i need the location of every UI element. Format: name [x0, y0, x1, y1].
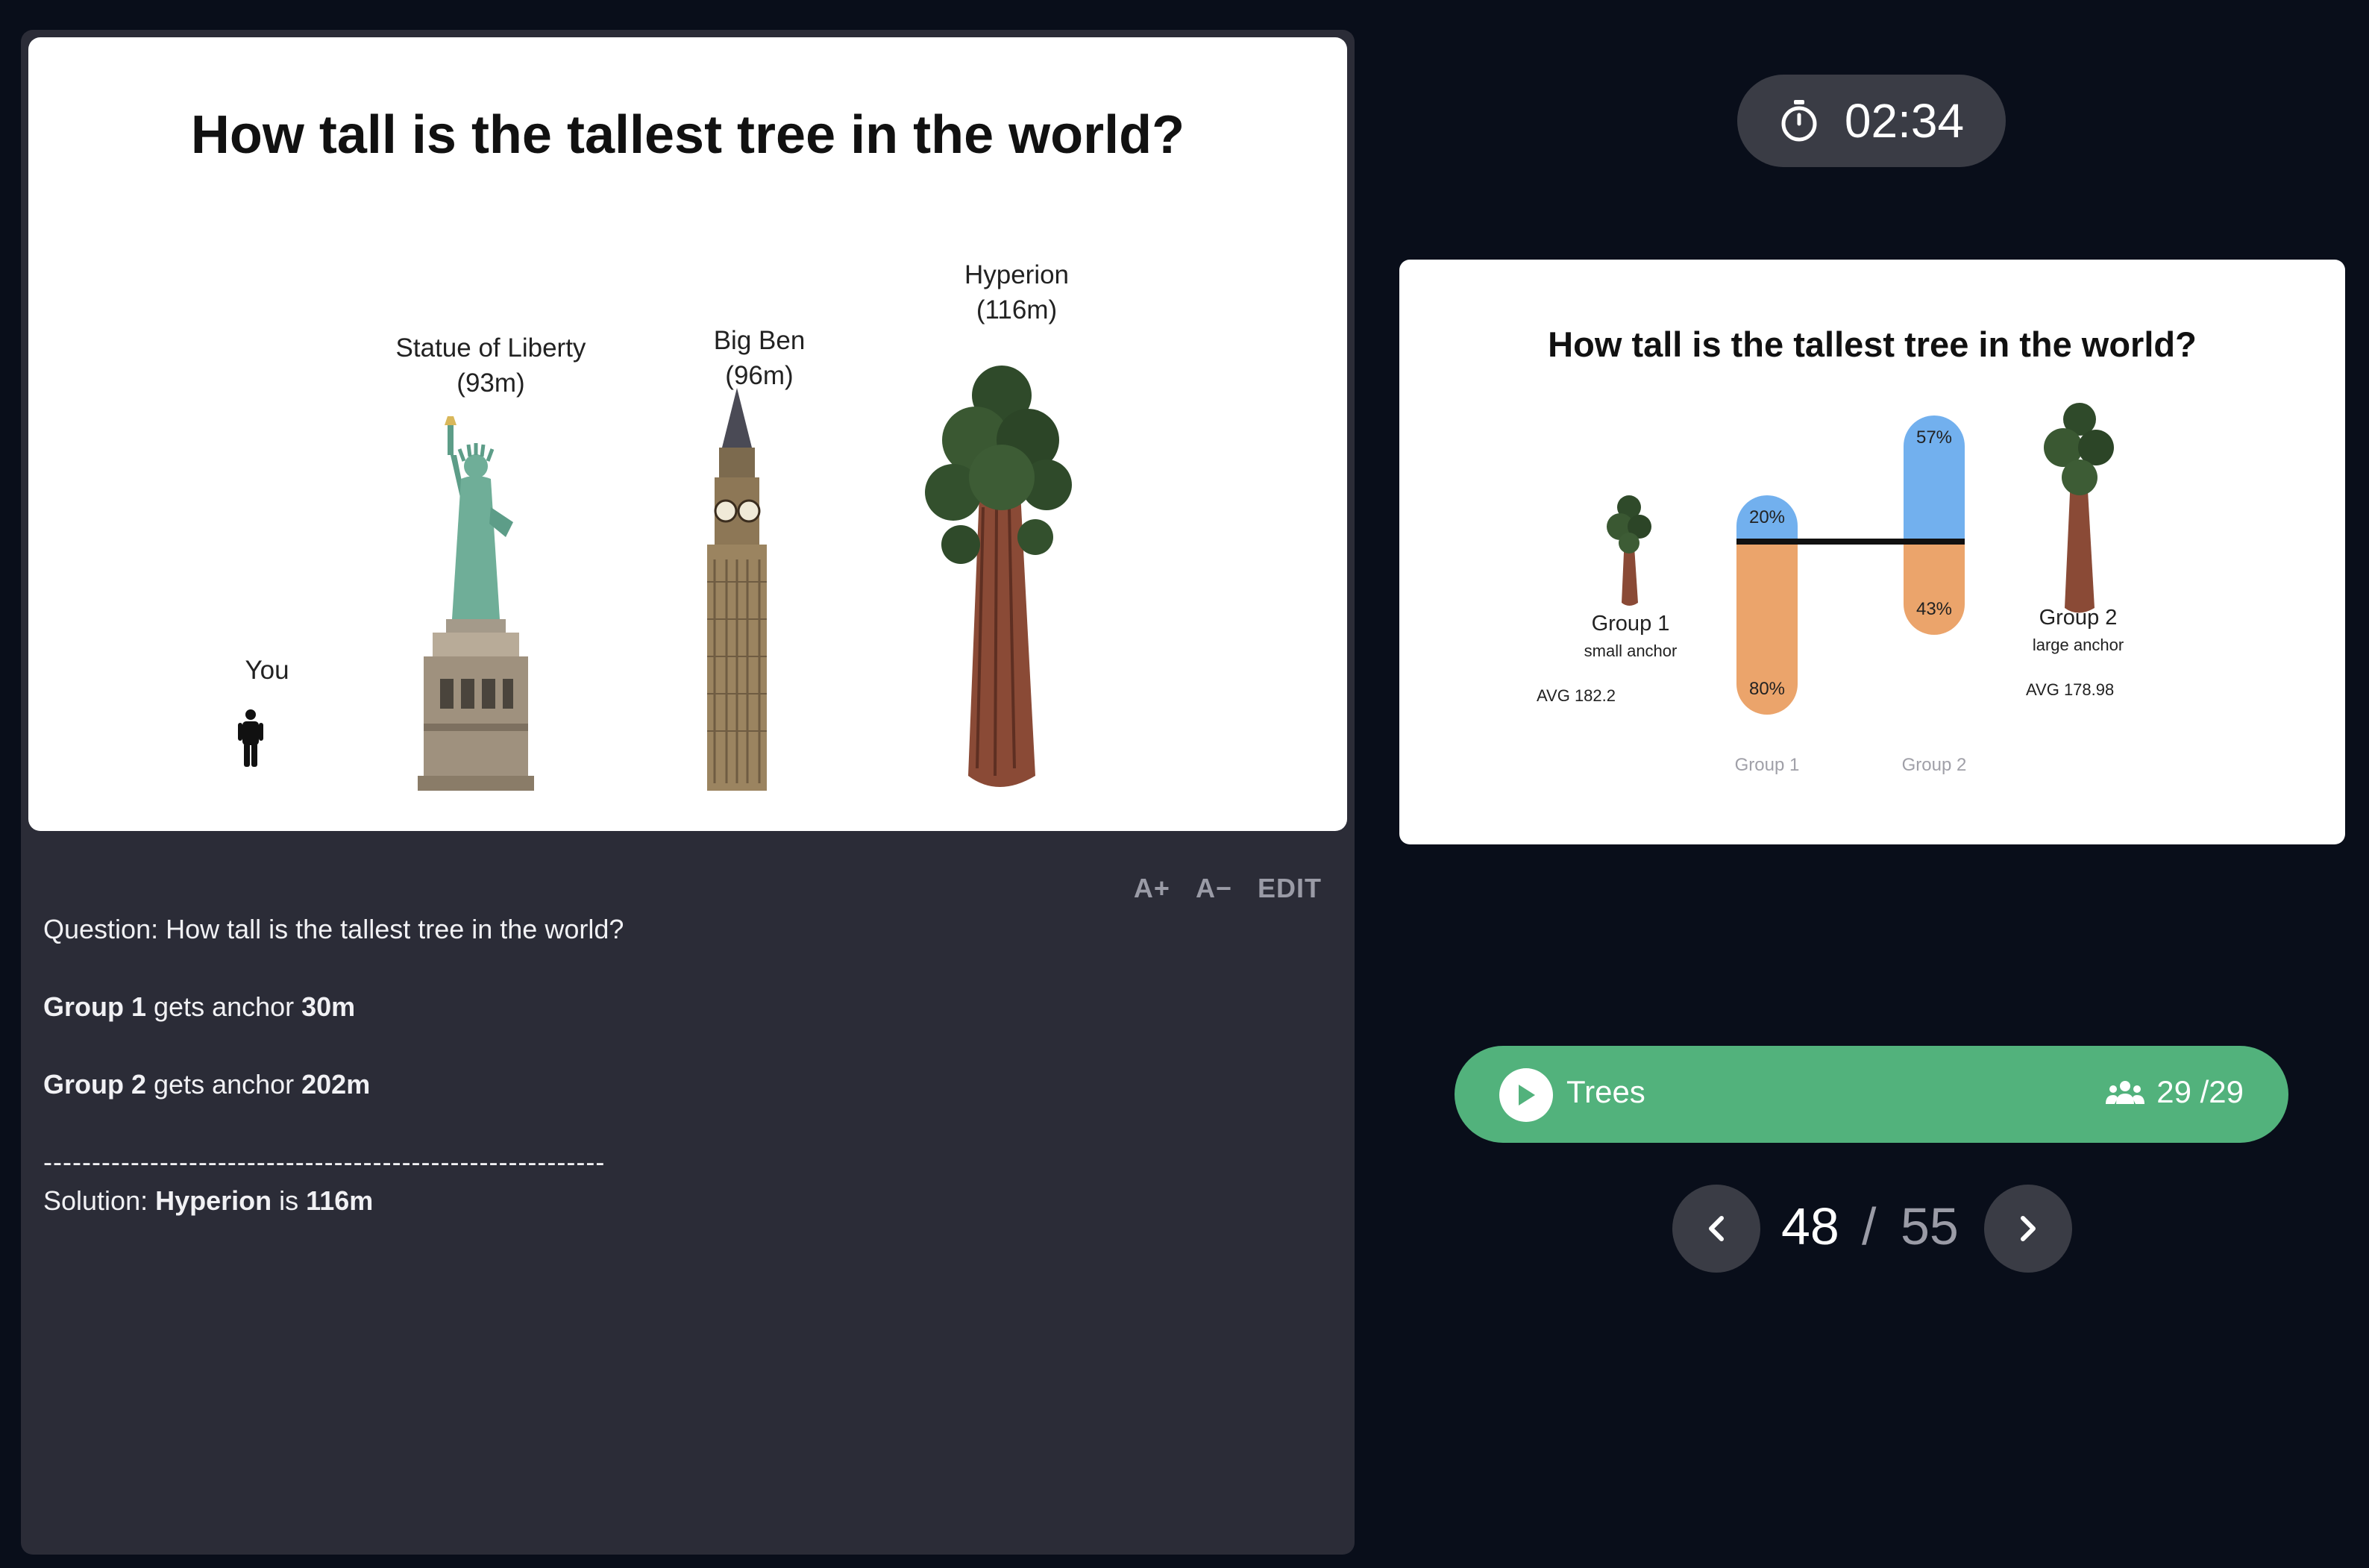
big-ben-image	[707, 388, 767, 791]
results-title: How tall is the tallest tree in the worl…	[1548, 324, 2197, 364]
previous-slide-button[interactable]	[1672, 1185, 1760, 1273]
group1-name: Group 1	[1591, 612, 1670, 636]
group2-anchor: 202m	[301, 1069, 371, 1100]
results-preview: How tall is the tallest tree in the worl…	[1399, 260, 2345, 844]
session-bar[interactable]: Trees 29 /29	[1455, 1046, 2288, 1143]
stopwatch-icon	[1781, 100, 1817, 142]
notes-group2: Group 2 gets anchor 202m	[43, 1065, 1311, 1104]
figure-label-bigben: Big Ben (96m)	[713, 326, 806, 391]
question-text: How tall is the tallest tree in the worl…	[158, 914, 624, 944]
play-button[interactable]	[1499, 1068, 1553, 1122]
group1-name: Group 1	[43, 991, 147, 1022]
participant-count-text: 29 /29	[2156, 1074, 2244, 1109]
group2-top-percent: 57%	[1915, 427, 1953, 448]
figure-label-you: You	[245, 656, 289, 685]
group1-tree-icon	[1607, 495, 1651, 606]
group1-axis-label: Group 1	[1734, 755, 1800, 775]
solution-name: Hyperion	[155, 1185, 272, 1216]
person-icon	[238, 709, 263, 767]
notes-group1: Group 1 gets anchor 30m	[43, 988, 1311, 1026]
chevron-left-icon	[1709, 1216, 1724, 1241]
users-icon	[2106, 1081, 2145, 1104]
group1-text: gets anchor	[146, 991, 302, 1022]
group1-top-percent: 20%	[1748, 507, 1786, 527]
next-slide-button[interactable]	[1984, 1185, 2072, 1273]
figure-label-statue: Statue of Liberty (93m)	[395, 333, 586, 398]
solution-text: is	[272, 1185, 307, 1216]
question-prefix: Question:	[43, 914, 159, 944]
statue-of-liberty-image	[418, 416, 534, 791]
speaker-notes: Question: How tall is the tallest tree i…	[43, 910, 1311, 1220]
group1-anchor: 30m	[301, 991, 356, 1022]
play-icon	[1519, 1085, 1535, 1106]
decrease-font-button[interactable]: A−	[1196, 873, 1232, 904]
group2-tree-icon	[2044, 403, 2114, 613]
participant-count: 29 /29	[2104, 1074, 2244, 1110]
group1-sub: small anchor	[1584, 642, 1678, 660]
group1-bottom-percent: 80%	[1748, 679, 1786, 699]
solution-value: 116m	[306, 1185, 374, 1216]
hyperion-tree-image	[925, 366, 1072, 787]
timer[interactable]: 02:34	[1737, 75, 2006, 167]
group2-bar-bottom	[1904, 542, 1965, 635]
slide-preview: How tall is the tallest tree in the worl…	[28, 37, 1347, 831]
figure-label-hyperion: Hyperion (116m)	[964, 260, 1070, 325]
group2-axis-label: Group 2	[1901, 755, 1967, 775]
notes-divider: ----------------------------------------…	[43, 1147, 606, 1177]
chevron-right-icon	[2021, 1216, 2036, 1241]
total-pages: 55	[1901, 1197, 1959, 1255]
edit-button[interactable]: EDIT	[1258, 873, 1322, 904]
group2-sub: large anchor	[2032, 636, 2124, 654]
session-name: Trees	[1566, 1074, 1645, 1109]
group2-bottom-percent: 43%	[1915, 598, 1953, 619]
notes-question: Question: How tall is the tallest tree i…	[43, 910, 1311, 949]
increase-font-button[interactable]: A+	[1134, 873, 1170, 904]
notes-toolbar: A+ A− EDIT	[1134, 873, 1322, 904]
page-separator: /	[1862, 1197, 1877, 1255]
group1-avg: AVG 182.2	[1537, 686, 1616, 705]
timer-value: 02:34	[1844, 94, 1965, 148]
solution-prefix: Solution:	[43, 1185, 156, 1216]
current-page: 48	[1781, 1197, 1839, 1255]
group2-avg: AVG 178.98	[2026, 680, 2115, 699]
presenter-panel: How tall is the tallest tree in the worl…	[21, 30, 1355, 1555]
notes-solution: Solution: Hyperion is 116m	[43, 1182, 1311, 1220]
slide-title: How tall is the tallest tree in the worl…	[190, 105, 1185, 165]
group2-name: Group 2	[2039, 606, 2118, 630]
group2-text: gets anchor	[146, 1069, 302, 1100]
group2-name: Group 2	[43, 1069, 147, 1100]
chart-baseline	[1736, 539, 1965, 545]
